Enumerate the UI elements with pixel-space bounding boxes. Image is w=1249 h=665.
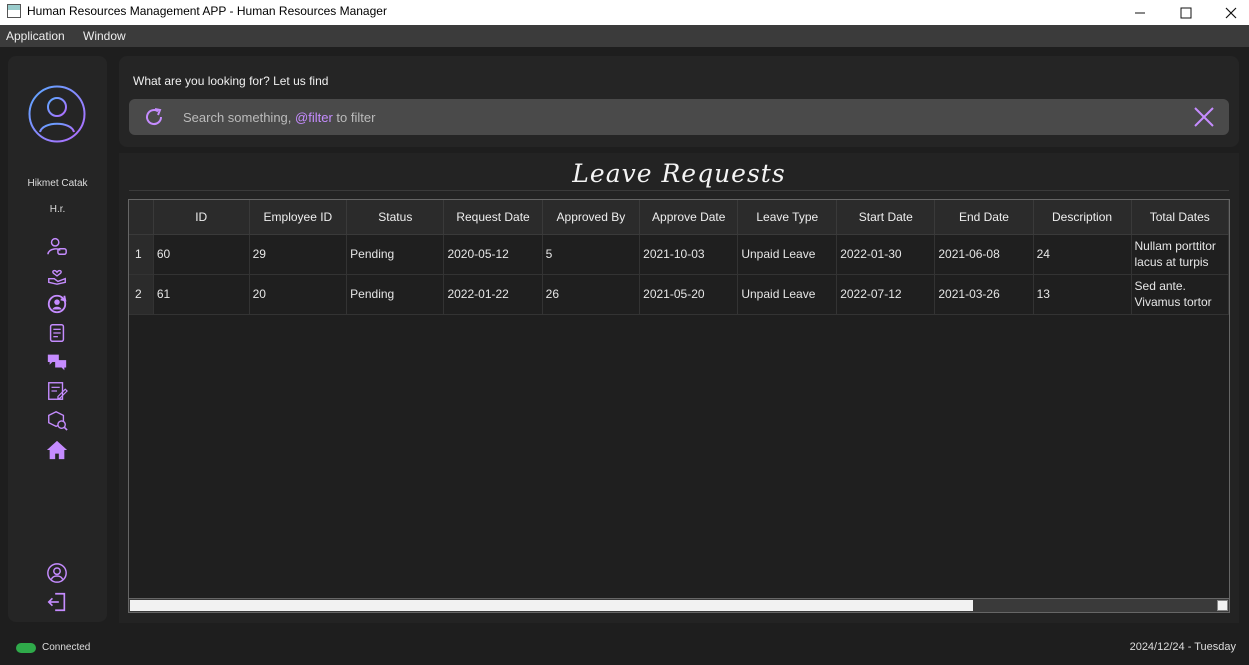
logout-icon: [47, 592, 66, 612]
column-header-start-date[interactable]: Start Date: [836, 200, 936, 235]
connection-status-text: Connected: [42, 642, 91, 653]
user-settings-icon: [47, 237, 67, 255]
column-header-description[interactable]: Description: [1033, 200, 1132, 235]
user-role: H.r.: [49, 204, 66, 215]
scrollbar-end-button[interactable]: [1217, 600, 1228, 611]
close-icon: [1225, 7, 1237, 18]
search-input[interactable]: Search something, @filter to filter: [129, 99, 1229, 135]
cell-description[interactable]: 13: [1033, 274, 1132, 315]
maximize-button[interactable]: [1163, 0, 1209, 25]
minimize-button[interactable]: [1117, 0, 1163, 25]
cell-approved-by[interactable]: 26: [542, 274, 641, 315]
connection-status-indicator: [16, 643, 36, 653]
cell-request-date[interactable]: 2022-01-22: [443, 274, 543, 315]
sidebar: Hikmet Catak H.r.: [8, 56, 107, 622]
cell-employee-id[interactable]: 29: [249, 234, 348, 275]
column-header-employee-id[interactable]: Employee ID: [249, 200, 348, 235]
cell-approve-date[interactable]: 2021-10-03: [639, 234, 739, 275]
menu-application[interactable]: Application: [6, 29, 65, 43]
title-bar: Human Resources Management APP - Human R…: [0, 0, 1249, 25]
table-header-row: ID Employee ID Status Request Date Appro…: [129, 200, 1229, 235]
refresh-icon[interactable]: [143, 106, 165, 128]
cell-approve-date[interactable]: 2021-05-20: [639, 274, 739, 315]
title-divider: [129, 190, 1229, 191]
nav-home[interactable]: [45, 438, 69, 462]
table-row[interactable]: 1 60 29 Pending 2020-05-12 5 2021-10-03 …: [129, 234, 1229, 275]
table-row[interactable]: 2 61 20 Pending 2022-01-22 26 2021-05-20…: [129, 274, 1229, 315]
box-search-icon: [48, 410, 68, 431]
cell-end-date[interactable]: 2021-06-08: [934, 234, 1034, 275]
cell-end-date[interactable]: 2021-03-26: [934, 274, 1034, 315]
search-placeholder-suffix: to filter: [332, 110, 376, 125]
cell-total-dates[interactable]: Sed ante. Vivamus tortor: [1131, 274, 1229, 315]
menu-bar: Application Window: [0, 25, 1249, 47]
search-placeholder: Search something, @filter to filter: [183, 110, 375, 125]
nav-hand-heart[interactable]: [45, 263, 69, 287]
app-icon: [7, 4, 21, 18]
nav-logout[interactable]: [45, 590, 69, 614]
close-window-button[interactable]: [1208, 0, 1249, 25]
cell-id[interactable]: 60: [153, 234, 250, 275]
search-placeholder-prefix: Search something,: [183, 110, 296, 125]
nav-user-settings[interactable]: [45, 234, 69, 258]
hand-heart-icon: [48, 269, 66, 285]
leave-requests-table[interactable]: ID Employee ID Status Request Date Appro…: [128, 199, 1230, 613]
column-header-approve-date[interactable]: Approve Date: [639, 200, 739, 235]
cell-start-date[interactable]: 2022-01-30: [836, 234, 936, 275]
row-number[interactable]: 1: [129, 234, 154, 275]
cell-leave-type[interactable]: Unpaid Leave: [737, 234, 838, 275]
column-header-total-dates[interactable]: Total Dates: [1131, 200, 1229, 235]
chat-icon: [47, 354, 67, 371]
cell-status[interactable]: Pending: [346, 234, 445, 275]
cell-total-dates[interactable]: Nullam porttitor lacus at turpis: [1131, 234, 1229, 275]
form-edit-icon: [48, 382, 68, 400]
user-name: Hikmet Catak: [27, 178, 88, 189]
clear-search-icon[interactable]: [1193, 106, 1215, 128]
horizontal-scrollbar[interactable]: [129, 598, 1229, 612]
nav-chat[interactable]: [45, 350, 69, 374]
nav-form-edit[interactable]: [45, 379, 69, 403]
scrollbar-thumb[interactable]: [130, 600, 973, 611]
row-number[interactable]: 2: [129, 274, 154, 315]
nav-box-search[interactable]: [45, 408, 69, 432]
home-icon: [46, 440, 68, 460]
column-header-leave-type[interactable]: Leave Type: [737, 200, 838, 235]
column-header-id[interactable]: ID: [153, 200, 250, 235]
minimize-icon: [1135, 12, 1145, 13]
status-date: 2024/12/24 - Tuesday: [1129, 641, 1236, 653]
data-table: ID Employee ID Status Request Date Appro…: [129, 200, 1229, 315]
nav-profile[interactable]: [45, 561, 69, 585]
status-bar: Connected 2024/12/24 - Tuesday: [0, 632, 1249, 665]
cell-leave-type[interactable]: Unpaid Leave: [737, 274, 838, 315]
cell-status[interactable]: Pending: [346, 274, 445, 315]
column-header-request-date[interactable]: Request Date: [443, 200, 543, 235]
column-header-end-date[interactable]: End Date: [934, 200, 1034, 235]
document-badge-icon: [49, 324, 65, 342]
menu-window[interactable]: Window: [83, 29, 126, 43]
cell-start-date[interactable]: 2022-07-12: [836, 274, 936, 315]
maximize-icon: [1180, 7, 1192, 18]
nav-documents[interactable]: [45, 321, 69, 345]
user-cycle-icon: [47, 294, 67, 314]
cell-description[interactable]: 24: [1033, 234, 1132, 275]
cell-id[interactable]: 61: [153, 274, 250, 315]
page-title: Leave Requests: [572, 159, 786, 188]
avatar-icon[interactable]: [28, 85, 86, 143]
column-header-status[interactable]: Status: [346, 200, 445, 235]
search-filter-keyword: @filter: [295, 110, 333, 125]
cell-approved-by[interactable]: 5: [542, 234, 641, 275]
table-corner[interactable]: [129, 200, 154, 235]
search-hint: What are you looking for? Let us find: [133, 74, 329, 88]
column-header-approved-by[interactable]: Approved By: [542, 200, 641, 235]
cell-employee-id[interactable]: 20: [249, 274, 348, 315]
cell-request-date[interactable]: 2020-05-12: [443, 234, 543, 275]
nav-user-cycle[interactable]: [45, 292, 69, 316]
window-title: Human Resources Management APP - Human R…: [27, 4, 387, 18]
search-panel: What are you looking for? Let us find Se…: [119, 56, 1239, 147]
profile-icon: [47, 563, 67, 583]
content-panel: Leave Requests ID Employee ID Status Req…: [119, 153, 1239, 623]
